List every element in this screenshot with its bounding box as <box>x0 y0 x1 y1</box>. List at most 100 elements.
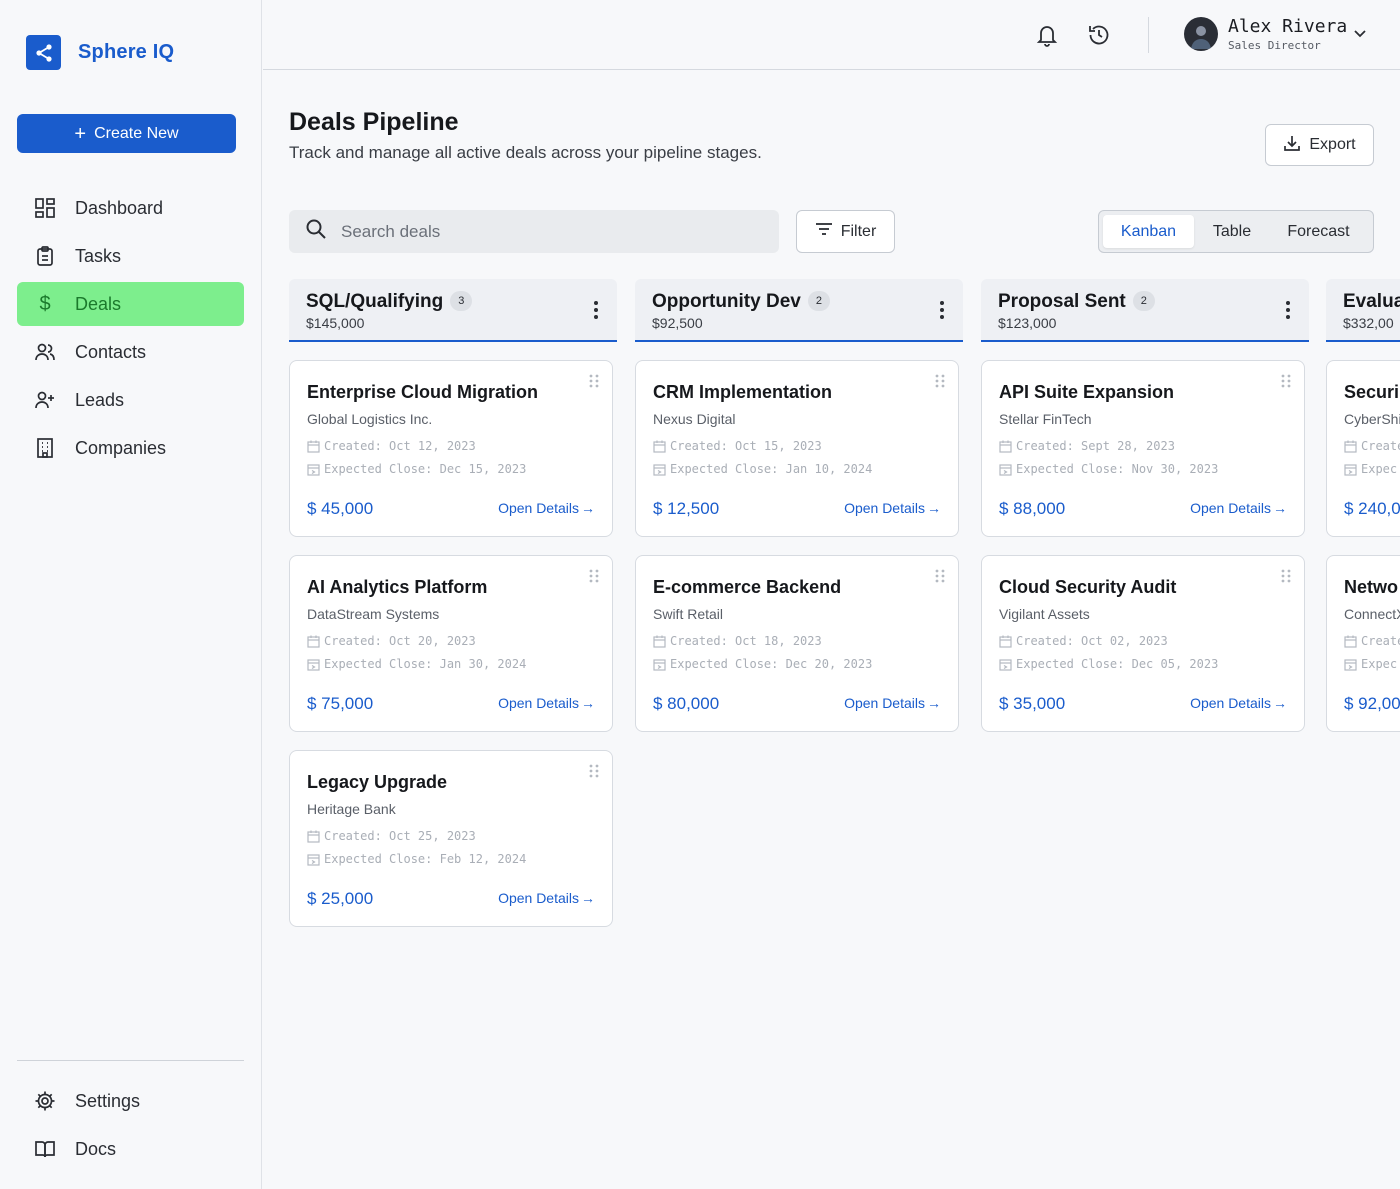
column-title-text: Proposal Sent <box>998 291 1126 312</box>
deal-close-text: Expected Close: Nov 30, 2023 <box>1016 462 1219 476</box>
tab-forecast[interactable]: Forecast <box>1270 215 1367 248</box>
calendar-arrow-icon <box>653 463 666 476</box>
drag-handle-icon[interactable] <box>588 568 600 584</box>
open-details-link[interactable]: Open Details → <box>1190 500 1287 516</box>
history-icon[interactable] <box>1086 22 1112 48</box>
deal-title: Legacy Upgrade <box>307 772 448 792</box>
calendar-icon <box>999 635 1012 648</box>
drag-handle-icon[interactable] <box>1280 568 1292 584</box>
deal-created: Created: Oct 20, 2023 <box>307 634 476 648</box>
calendar-arrow-icon <box>307 463 320 476</box>
deal-created-text: Created: Oct 18, 2023 <box>670 634 822 648</box>
page-subtitle: Track and manage all active deals across… <box>289 143 762 162</box>
column-title: Opportunity Dev 2 <box>652 291 830 313</box>
sidebar-bottom-nav: Settings Docs <box>17 1079 244 1175</box>
arrow-right-icon: → <box>1273 500 1287 516</box>
filter-button[interactable]: Filter <box>796 210 895 253</box>
sidebar-item-leads[interactable]: Leads <box>17 378 244 422</box>
create-new-button[interactable]: + Create New <box>17 114 236 153</box>
export-label: Export <box>1309 136 1356 153</box>
building-icon <box>34 437 56 459</box>
user-role: Sales Director <box>1228 39 1321 52</box>
open-details-label: Open Details <box>1190 500 1271 516</box>
deal-card[interactable]: API Suite Expansion Stellar FinTech Crea… <box>981 360 1305 537</box>
drag-handle-icon[interactable] <box>588 763 600 779</box>
open-details-link[interactable]: Open Details → <box>498 695 595 711</box>
open-details-link[interactable]: Open Details → <box>498 890 595 906</box>
deal-company: Global Logistics Inc. <box>307 411 433 427</box>
deal-close-text: Expec <box>1361 657 1398 671</box>
deal-created-text: Created: Oct 20, 2023 <box>324 634 476 648</box>
top-bar: Alex Rivera Sales Director <box>263 0 1400 70</box>
open-details-link[interactable]: Open Details → <box>844 695 941 711</box>
deal-card[interactable]: Enterprise Cloud Migration Global Logist… <box>289 360 613 537</box>
sidebar-item-label: Settings <box>75 1090 141 1111</box>
column-title: SQL/Qualifying 3 <box>306 291 473 313</box>
deal-title: CRM Implementation <box>653 382 833 402</box>
calendar-arrow-icon <box>307 658 320 671</box>
calendar-icon <box>1344 635 1357 648</box>
column-total: $332,00 <box>1343 315 1394 331</box>
avatar[interactable] <box>1184 17 1218 51</box>
drag-handle-icon[interactable] <box>934 568 946 584</box>
deal-value: $ 12,500 <box>653 499 720 518</box>
sidebar-item-deals[interactable]: $ Deals <box>17 282 244 326</box>
sidebar-divider <box>17 1060 244 1061</box>
drag-handle-icon[interactable] <box>588 373 600 389</box>
deal-title: Netwo <box>1344 577 1398 597</box>
tab-kanban[interactable]: Kanban <box>1103 215 1194 248</box>
book-icon <box>34 1138 56 1160</box>
drag-handle-icon[interactable] <box>934 373 946 389</box>
open-details-link[interactable]: Open Details → <box>498 500 595 516</box>
deal-close: Expected Close: Jan 10, 2024 <box>653 462 872 476</box>
deal-created-text: Created: Oct 15, 2023 <box>670 439 822 453</box>
more-vertical-icon[interactable] <box>933 299 951 321</box>
deal-value: $ 240,0 <box>1344 499 1400 518</box>
deal-company: Stellar FinTech <box>999 411 1092 427</box>
more-vertical-icon[interactable] <box>1279 299 1297 321</box>
user-plus-icon <box>34 389 56 411</box>
deal-created: Created: Oct 15, 2023 <box>653 439 822 453</box>
deal-card[interactable]: Legacy Upgrade Heritage Bank Created: Oc… <box>289 750 613 927</box>
deal-title: Enterprise Cloud Migration <box>307 382 539 402</box>
bell-icon[interactable] <box>1034 22 1060 48</box>
calendar-arrow-icon <box>653 658 666 671</box>
clipboard-icon <box>34 245 56 267</box>
sidebar-item-docs[interactable]: Docs <box>17 1127 244 1171</box>
export-button[interactable]: Export <box>1265 124 1374 166</box>
more-vertical-icon[interactable] <box>587 299 605 321</box>
sidebar-item-label: Deals <box>75 293 122 314</box>
deal-card[interactable]: AI Analytics Platform DataStream Systems… <box>289 555 613 732</box>
deal-card[interactable]: Securi CyberShi Create Expec $ 240,0 <box>1326 360 1400 537</box>
deal-card[interactable]: CRM Implementation Nexus Digital Created… <box>635 360 959 537</box>
kanban-board: SQL/Qualifying 3 $145,000 Enterprise Clou… <box>289 279 1400 1189</box>
sidebar-item-companies[interactable]: Companies <box>17 426 244 470</box>
deal-company: ConnectX <box>1344 606 1400 622</box>
search-input[interactable] <box>341 221 741 242</box>
sidebar-item-label: Dashboard <box>75 197 164 218</box>
drag-handle-icon[interactable] <box>1280 373 1292 389</box>
deal-close-text: Expected Close: Dec 15, 2023 <box>324 462 527 476</box>
sidebar-item-tasks[interactable]: Tasks <box>17 234 244 278</box>
deal-created: Created: Oct 12, 2023 <box>307 439 476 453</box>
deal-card[interactable]: Netwo ConnectX Create Expec $ 92,00 <box>1326 555 1400 732</box>
view-toggle: Kanban Table Forecast <box>1098 210 1374 253</box>
column-title-text: Opportunity Dev <box>652 291 801 312</box>
dollar-icon: $ <box>39 292 51 315</box>
sidebar-item-settings[interactable]: Settings <box>17 1079 244 1123</box>
sidebar-item-dashboard[interactable]: Dashboard <box>17 186 244 230</box>
tab-table[interactable]: Table <box>1194 215 1270 248</box>
column-title-text: SQL/Qualifying <box>306 291 444 312</box>
deal-card[interactable]: E-commerce Backend Swift Retail Created:… <box>635 555 959 732</box>
brand[interactable]: Sphere IQ <box>26 35 174 70</box>
chevron-down-icon[interactable] <box>1351 24 1369 42</box>
deal-company: CyberShi <box>1344 411 1400 427</box>
deal-created-text: Create <box>1361 439 1400 453</box>
sidebar-item-label: Docs <box>75 1138 117 1159</box>
column-header: SQL/Qualifying 3 $145,000 <box>289 279 617 342</box>
deal-card[interactable]: Cloud Security Audit Vigilant Assets Cre… <box>981 555 1305 732</box>
sidebar-item-contacts[interactable]: Contacts <box>17 330 244 374</box>
sidebar-item-label: Companies <box>75 437 167 458</box>
open-details-link[interactable]: Open Details → <box>1190 695 1287 711</box>
open-details-link[interactable]: Open Details → <box>844 500 941 516</box>
